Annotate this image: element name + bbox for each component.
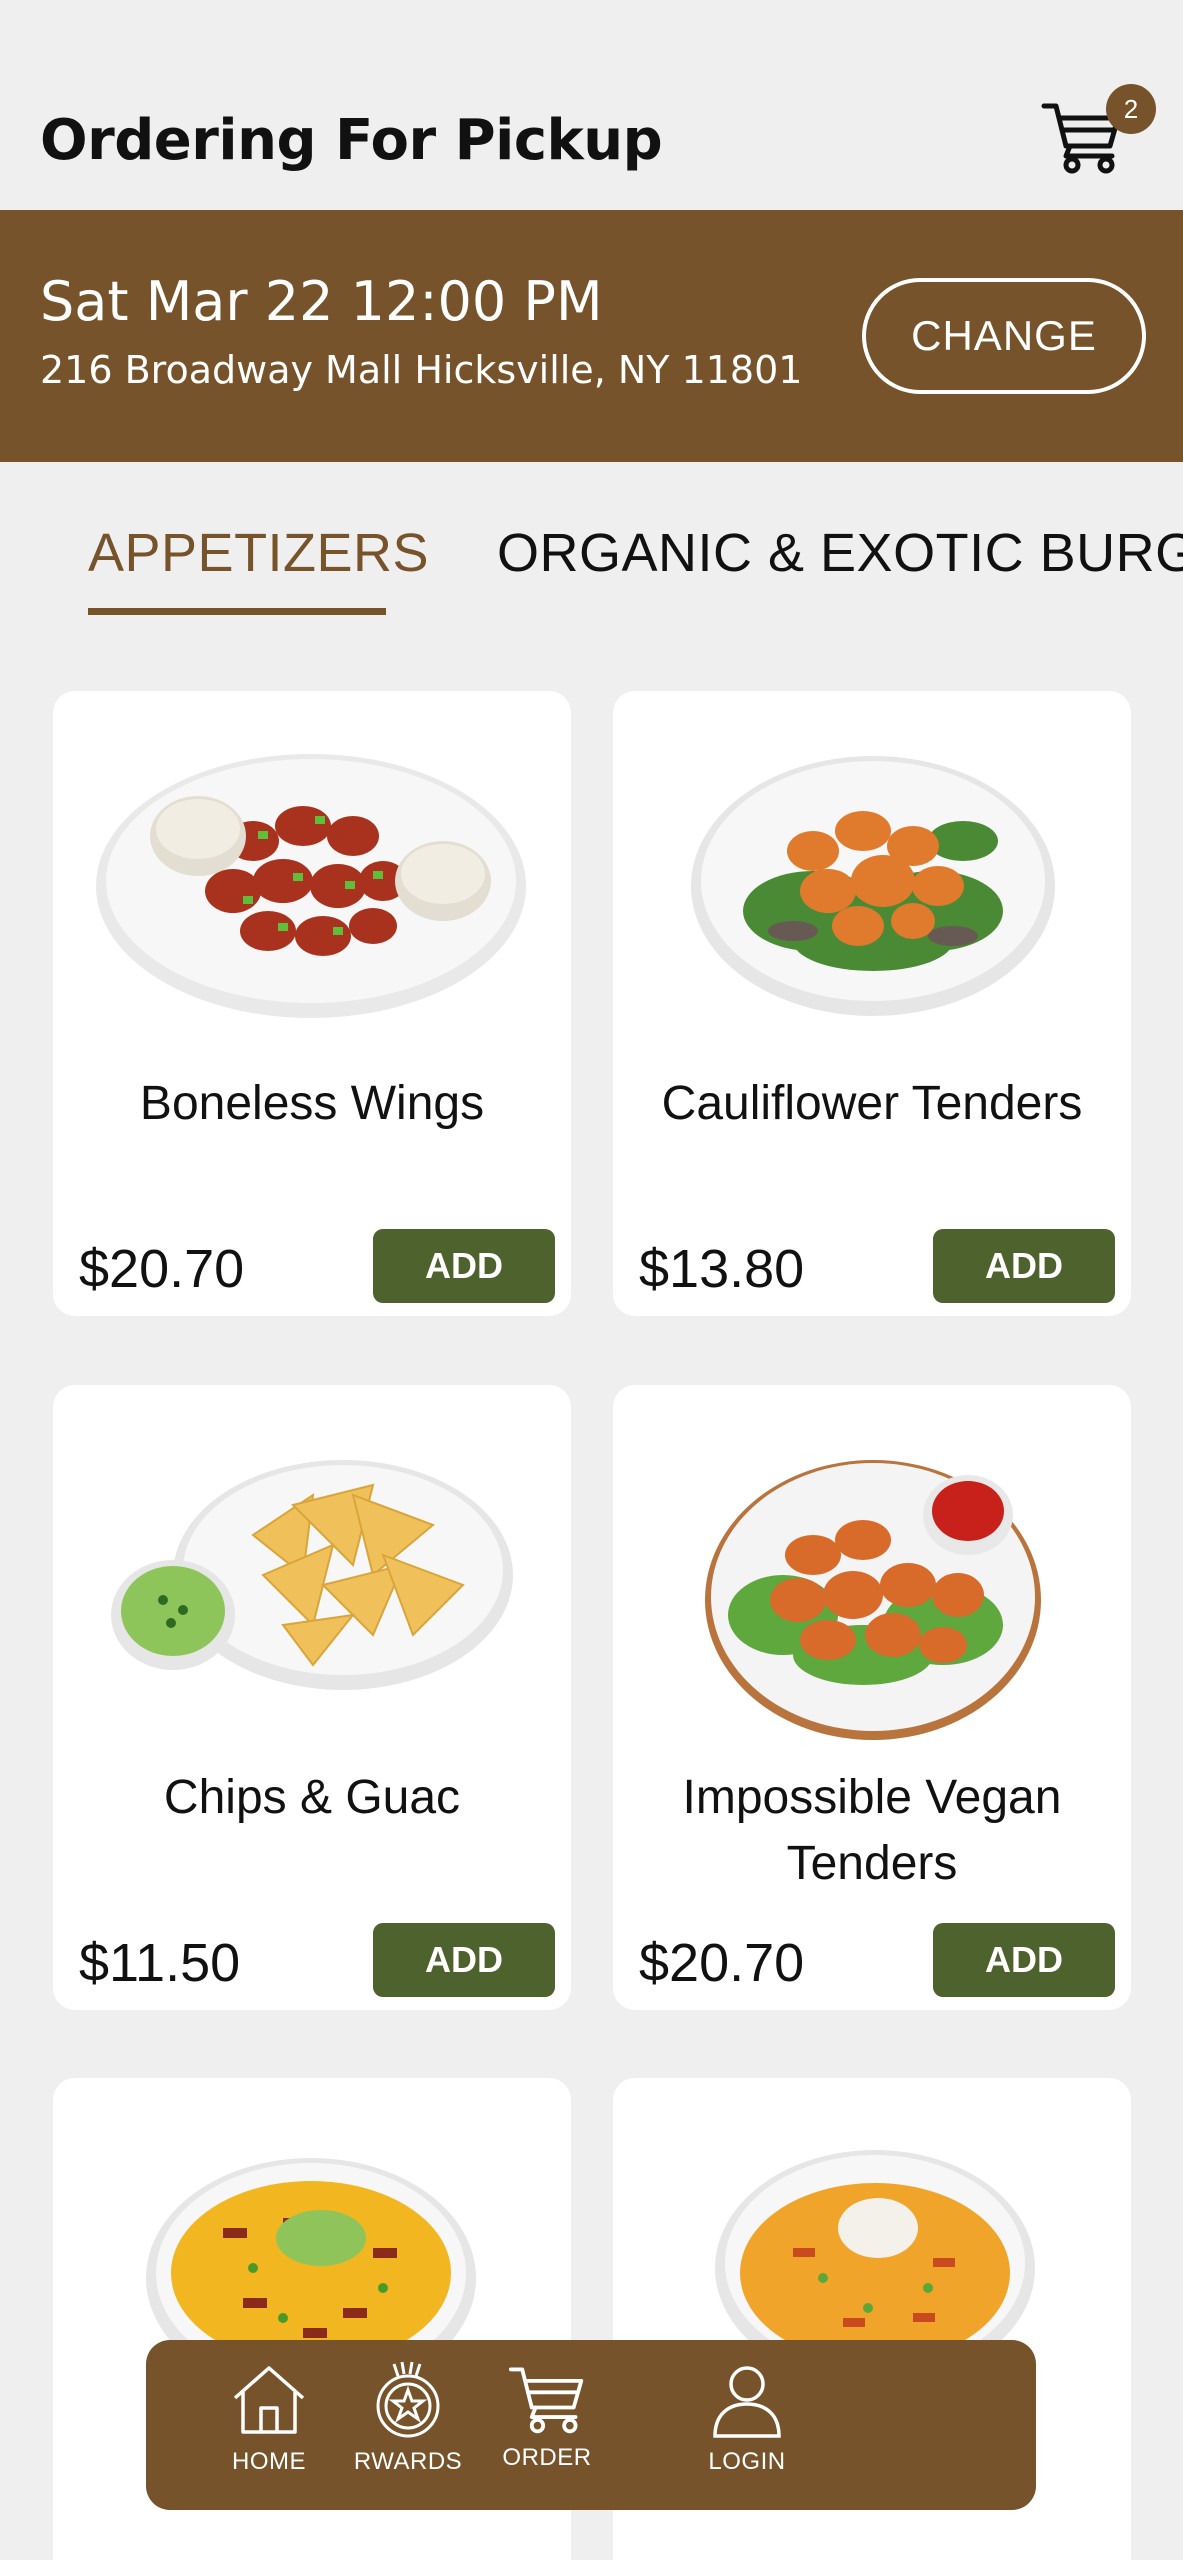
product-card[interactable]: Cauliflower Tenders $13.80 ADD [613,691,1131,1316]
cart-count-badge: 2 [1106,84,1156,134]
nav-home[interactable]: HOME [194,2360,344,2500]
product-card[interactable]: Chips & Guac $11.50 ADD [53,1385,571,2010]
nav-order-label: ORDER [502,2444,592,2471]
product-card[interactable]: Boneless Wings $20.70 ADD [53,691,571,1316]
tab-organic-exotic-burgers[interactable]: ORGANIC & EXOTIC BURGE [497,522,1183,584]
product-price: $11.50 [79,1933,241,1993]
nav-order[interactable]: ORDER [472,2360,622,2500]
tab-appetizers[interactable]: APPETIZERS [88,522,429,584]
product-card[interactable]: Impossible Vegan Tenders $20.70 ADD [613,1385,1131,2010]
pickup-datetime: Sat Mar 22 12:00 PM [40,270,603,333]
nav-rewards-label: RWARDS [353,2448,463,2475]
bottom-nav: HOME RWARDS ORDER LOGIN [146,2340,1036,2510]
product-price: $20.70 [79,1239,245,1299]
product-name: Impossible Vegan Tenders [682,1771,1062,1890]
add-button[interactable]: ADD [373,1229,555,1303]
product-image [613,1385,1131,1745]
add-button[interactable]: ADD [933,1229,1115,1303]
cart-icon [508,2367,584,2434]
product-name: Chips & Guac [163,1771,461,1824]
pickup-address: 216 Broadway Mall Hicksville, NY 11801 [40,348,803,392]
nav-login[interactable]: LOGIN [672,2360,822,2500]
product-price: $13.80 [639,1239,805,1299]
top-header: Ordering For Pickup 2 [0,0,1183,210]
active-tab-indicator [88,608,386,615]
nav-login-label: LOGIN [708,2448,786,2475]
rewards-medal-icon [376,2361,440,2438]
product-image [53,1385,571,1745]
category-tabs: APPETIZERS ORGANIC & EXOTIC BURGE [0,462,1183,642]
cart-button[interactable]: 2 [1040,84,1156,184]
add-button[interactable]: ADD [373,1923,555,1997]
change-button[interactable]: CHANGE [862,278,1146,394]
product-image [613,691,1131,1051]
nav-home-label: HOME [232,2448,306,2475]
add-button[interactable]: ADD [933,1923,1115,1997]
ordering-page: Ordering For Pickup 2 Sat Mar 22 12:00 P… [0,0,1183,2560]
product-price: $20.70 [639,1933,805,1993]
home-icon [233,2366,305,2434]
nav-rewards[interactable]: RWARDS [333,2360,483,2500]
pickup-banner: Sat Mar 22 12:00 PM 216 Broadway Mall Hi… [0,210,1183,462]
user-icon [713,2366,781,2438]
product-name: Boneless Wings [139,1077,485,1130]
page-title: Ordering For Pickup [40,108,663,173]
product-image [53,691,571,1051]
product-name: Cauliflower Tenders [661,1077,1083,1130]
